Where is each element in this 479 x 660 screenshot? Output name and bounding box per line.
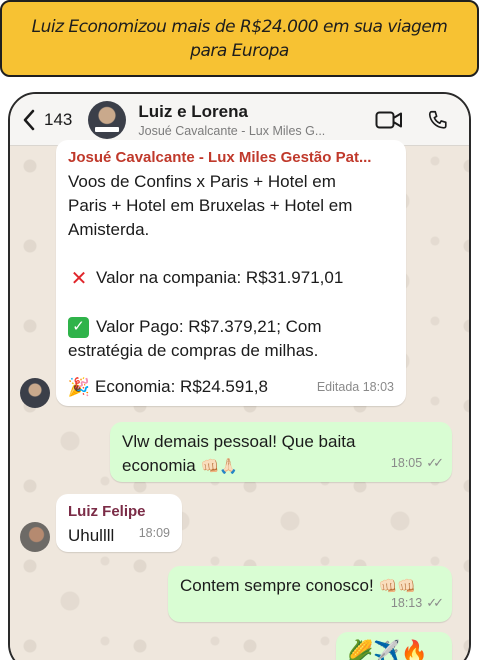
message-time: 18:09	[138, 526, 170, 540]
sender-avatar[interactable]	[20, 522, 50, 552]
message-line: ✕ Valor na compania: R$31.971,01	[68, 266, 394, 291]
chevron-left-icon	[23, 109, 35, 130]
video-call-icon[interactable]	[375, 110, 403, 130]
message-bubble[interactable]: 🌽✈️🔥	[336, 632, 452, 660]
voice-call-icon[interactable]	[427, 109, 449, 131]
message-sender: Josué Cavalcante - Lux Miles Gestão Pat.…	[68, 149, 372, 166]
message-line: Amisterda.	[68, 220, 150, 239]
unread-count: 143	[44, 109, 73, 129]
message-time: 18:13 ✓✓	[391, 591, 444, 615]
party-popper-icon: 🎉	[67, 377, 91, 398]
promo-banner: Luiz Economizou mais de R$24.000 em sua …	[0, 0, 479, 77]
message-time: 18:05 ✓✓	[391, 451, 444, 475]
read-receipt-icon: ✓✓	[426, 595, 444, 610]
back-button[interactable]: 143	[22, 109, 72, 131]
read-receipt-icon: ✓✓	[426, 455, 444, 470]
phone-frame: 143 Luiz e Lorena Josué Cavalcante - Lux…	[8, 92, 471, 660]
message-line: Voos de Confins x Paris + Hotel em	[68, 172, 336, 191]
message-line: Paris + Hotel em Bruxelas + Hotel em	[68, 196, 353, 215]
message-bubble[interactable]: Vlw demais pessoal! Que baita economia 👊…	[110, 422, 452, 482]
group-avatar[interactable]	[88, 100, 127, 139]
cross-mark-icon: ✕	[70, 267, 88, 290]
fist-bump-pray-emoji: 👊🏻🙏🏻	[200, 458, 238, 475]
message-line: estratégia de compras de milhas.	[68, 340, 319, 360]
check-mark-icon: ✓	[68, 316, 89, 338]
chat-title: Luiz e Lorena	[138, 101, 248, 121]
savings-text: Economia: R$24.591,8	[95, 376, 268, 396]
sender-avatar[interactable]	[20, 378, 50, 408]
banner-text: Luiz Economizou mais de R$24.000 em sua …	[31, 16, 448, 61]
message-sender: Luiz Felipe	[68, 503, 146, 520]
emoji-message: 🌽✈️🔥	[346, 639, 429, 660]
chat-subtitle: Josué Cavalcante - Lux Miles G...	[138, 123, 326, 138]
paid-value-text: Valor Pago: R$7.379,21; Com	[96, 316, 322, 336]
message-bubble[interactable]: Contem sempre conosco! 👊🏻👊🏻 18:13 ✓✓	[168, 566, 452, 622]
chat-header: 143 Luiz e Lorena Josué Cavalcante - Lux…	[10, 94, 469, 146]
message-line: ✓ Valor Pago: R$7.379,21; Com	[68, 315, 394, 339]
message-bubble[interactable]: Josué Cavalcante - Lux Miles Gestão Pat.…	[56, 140, 406, 406]
chat-info[interactable]: Luiz e Lorena Josué Cavalcante - Lux Mil…	[138, 102, 338, 138]
message-bubble[interactable]: Luiz Felipe Uhullll 18:09	[56, 494, 182, 552]
message-time: Editada 18:03	[316, 380, 394, 394]
lost-value-text: Valor na compania: R$31.971,01	[96, 268, 344, 287]
